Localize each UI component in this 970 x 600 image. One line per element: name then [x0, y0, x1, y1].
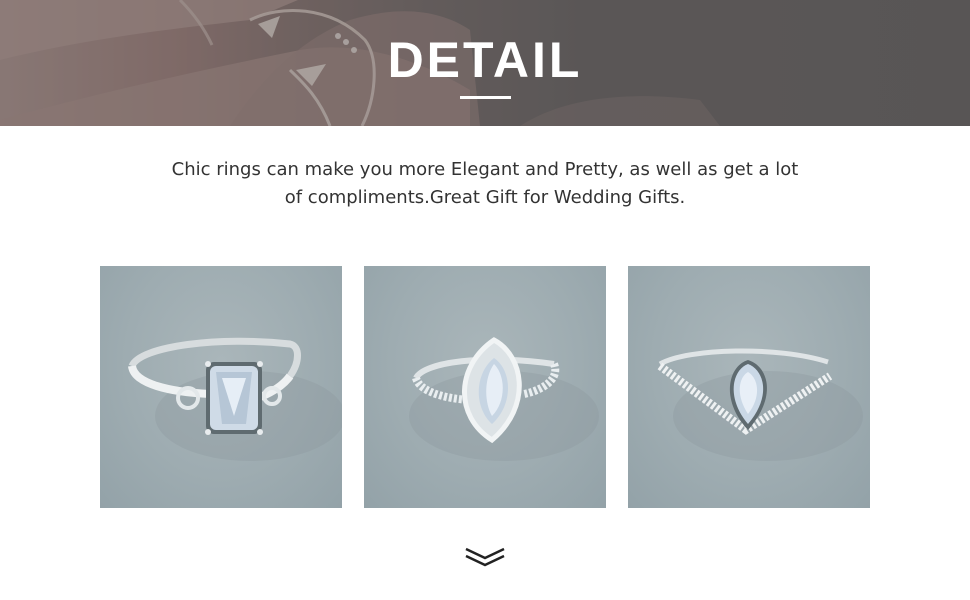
description-line-1: Chic rings can make you more Elegant and…	[171, 159, 799, 180]
banner-underline	[460, 96, 511, 99]
detail-banner: DETAIL	[0, 0, 970, 126]
detail-page: DETAIL Chic rings can make you more Eleg…	[0, 0, 970, 600]
banner-title: DETAIL	[387, 32, 583, 88]
ring-icon	[128, 337, 342, 461]
double-chevron-down-icon[interactable]	[464, 546, 506, 568]
ring-icon	[409, 337, 599, 461]
description-line-2: of compliments.Great Gift for Wedding Gi…	[284, 187, 686, 208]
product-photo-pear-ring	[628, 266, 870, 508]
product-description: Chic rings can make you more Elegant and…	[150, 156, 820, 212]
product-photo-marquise-ring	[364, 266, 606, 508]
ring-icon	[657, 348, 863, 461]
product-photo-emerald-ring	[100, 266, 342, 508]
